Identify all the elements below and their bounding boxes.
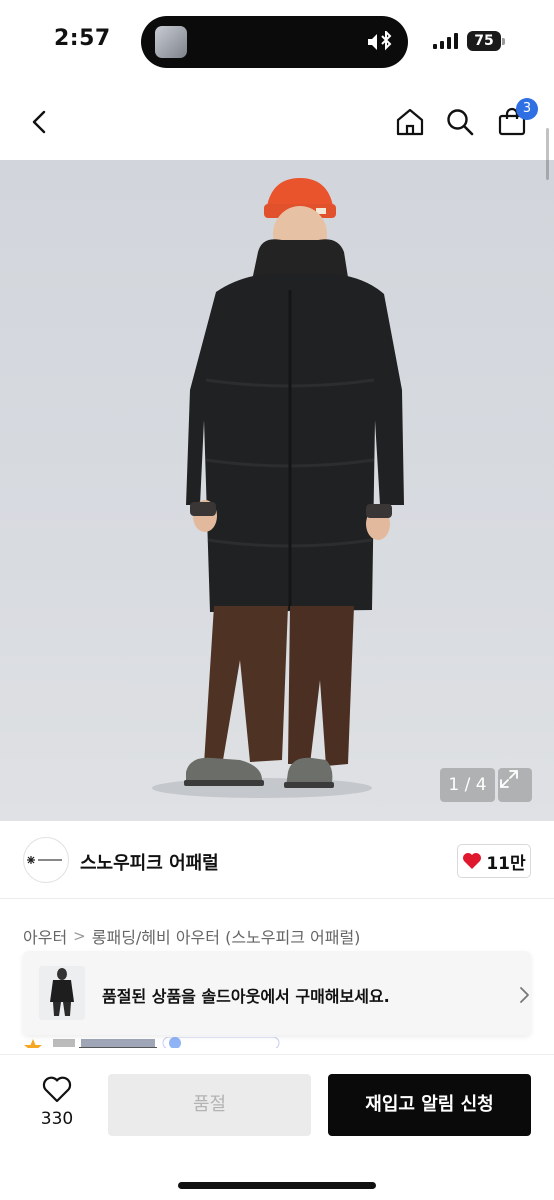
snowpeak-logo [27,856,62,864]
breadcrumb-separator: > [73,927,86,945]
image-page-counter: 1 / 4 [440,768,495,802]
cellular-signal-icon [433,33,458,49]
scrollbar[interactable] [546,128,549,180]
brand-like-button[interactable]: 11만 [457,844,531,878]
dynamic-island [141,16,408,68]
soldout-banner-text: 품절된 상품을 솔드아웃에서 구매해보세요. [102,987,390,1006]
brand-row: 스노우피크 어패럴 11만 [0,821,554,899]
home-indicator[interactable] [178,1182,376,1189]
restock-alert-button[interactable]: 재입고 알림 신청 [328,1074,531,1136]
wishlist-button[interactable]: 330 [30,1075,84,1139]
status-time: 2:57 [54,26,111,51]
chevron-left-icon [32,110,46,134]
breadcrumb-subcategory[interactable]: 롱패딩/헤비 아우터 (스노우피크 어패럴) [92,924,361,948]
battery-icon: 75 [467,31,505,51]
home-icon [396,108,424,136]
rating-row [23,1036,323,1048]
breadcrumb: 아우터 > 롱패딩/헤비 아우터 (스노우피크 어패럴) [23,924,360,948]
product-image-gallery[interactable]: 1 / 4 [0,160,554,821]
now-playing-thumbnail [155,26,187,58]
product-photo [152,178,404,798]
audio-output-icon [368,31,392,51]
banner-product-thumbnail [39,966,85,1020]
battery-level: 75 [467,31,501,51]
home-button[interactable] [390,102,430,142]
breadcrumb-category[interactable]: 아우터 [23,924,67,948]
search-button[interactable] [440,102,480,142]
cart-count-badge: 3 [516,98,538,120]
brand-logo[interactable] [23,837,69,883]
status-bar: 2:57 75 [0,0,554,84]
expand-image-button[interactable] [498,768,532,802]
back-button[interactable] [20,102,60,142]
search-icon [447,109,474,136]
expand-icon [500,770,518,788]
cart-button[interactable]: 3 [492,98,538,142]
heart-outline-icon [42,1076,72,1103]
heart-filled-icon [463,853,482,869]
brand-like-count: 11만 [486,853,526,874]
soldout-promo-banner[interactable]: 품절된 상품을 솔드아웃에서 구매해보세요. [23,951,531,1035]
top-navigation: 3 [0,84,554,160]
soldout-button: 품절 [108,1074,311,1136]
wishlist-count: 330 [40,1109,74,1129]
chevron-right-icon [520,987,529,1003]
brand-name[interactable]: 스노우피크 어패럴 [80,849,219,875]
bottom-action-bar: 330 품절 재입고 알림 신청 [0,1054,554,1200]
